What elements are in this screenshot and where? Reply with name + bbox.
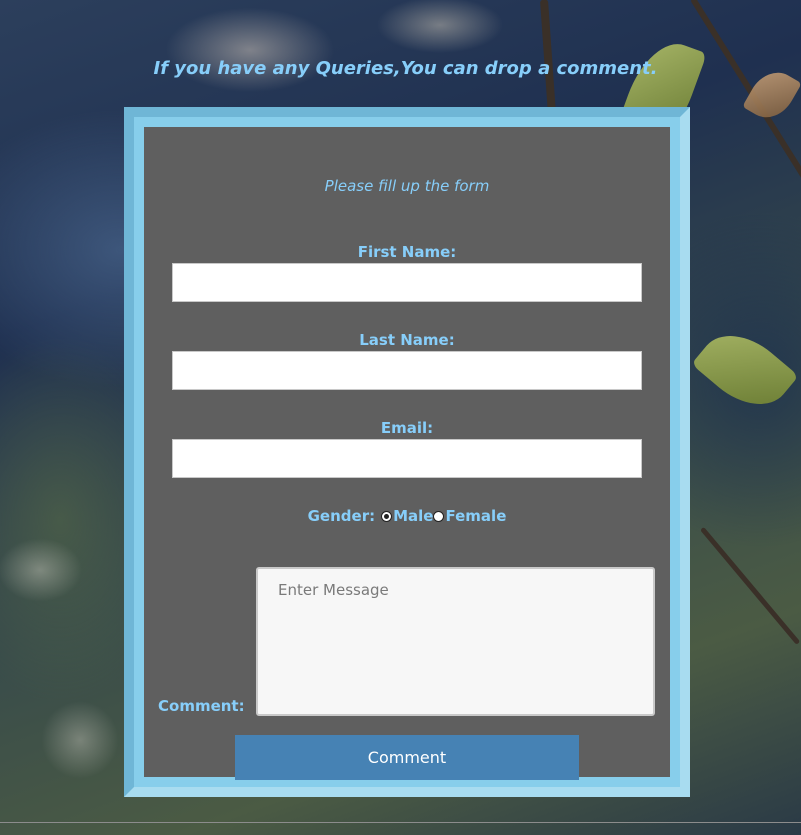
message-textarea[interactable] [256,567,655,716]
page-heading: If you have any Queries,You can drop a c… [153,58,658,79]
first-name-input[interactable] [172,263,642,302]
last-name-input[interactable] [172,351,642,390]
gender-label: Gender: [307,507,376,525]
branch-decoration [700,526,801,645]
leaf-decoration [691,318,799,422]
comment-submit-button[interactable]: Comment [235,735,579,780]
divider [0,822,801,823]
radio-female[interactable] [433,510,445,522]
email-label: Email: [380,419,434,437]
radio-male[interactable] [381,510,393,522]
gender-option-label: Female [445,507,507,525]
gender-option-female[interactable]: Female [433,507,506,525]
comment-label: Comment: [158,697,245,715]
email-input[interactable] [172,439,642,478]
gender-group: Gender: Male Female [144,507,670,525]
gender-option-label: Male [393,507,434,525]
gender-option-male[interactable]: Male [381,507,433,525]
last-name-label: Last Name: [359,331,455,349]
branch-decoration [540,0,556,110]
form-subtitle: Please fill up the form [324,177,490,195]
first-name-label: First Name: [357,243,457,261]
